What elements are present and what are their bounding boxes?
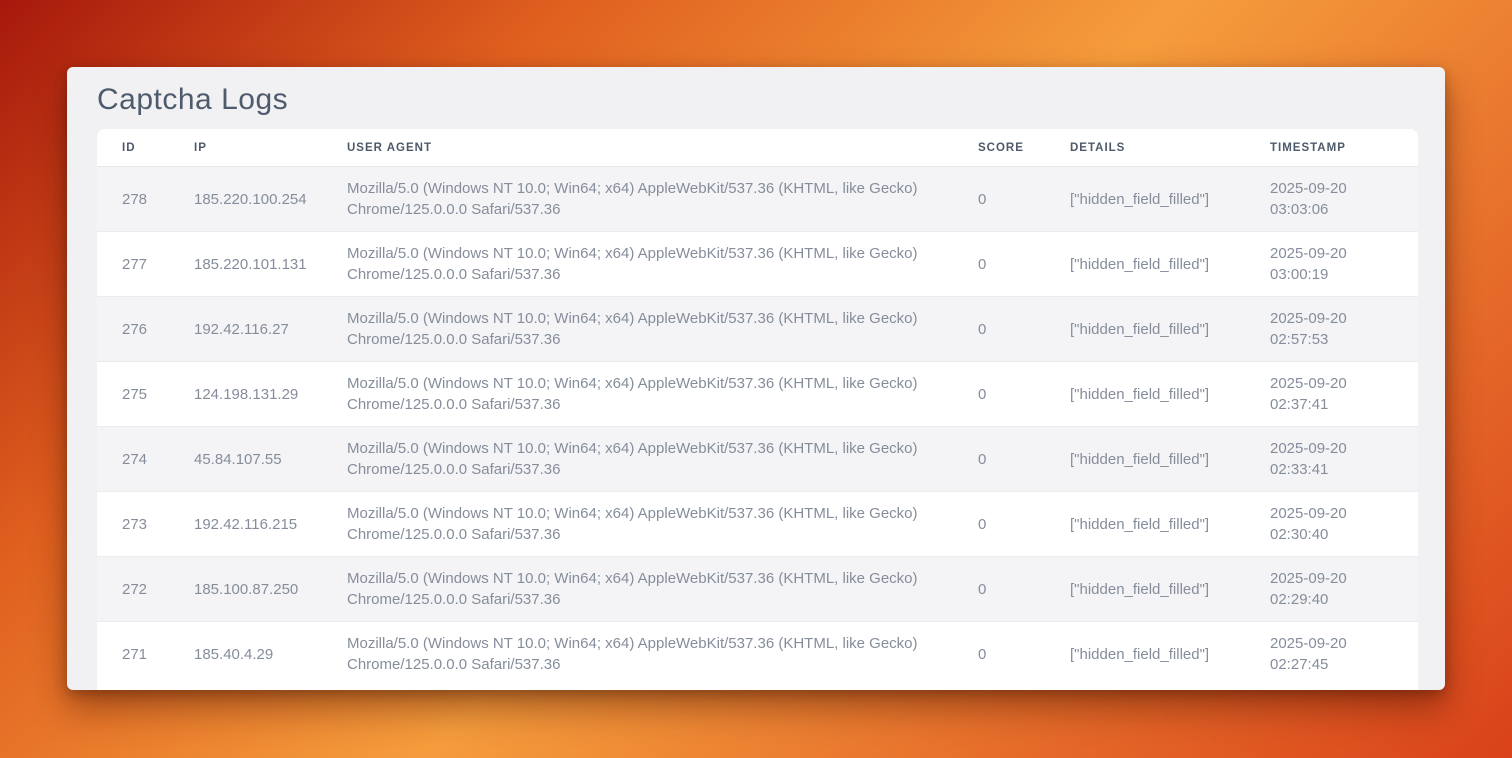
column-header-id: ID [97, 129, 169, 167]
cell-ip: 185.100.87.250 [169, 557, 322, 622]
cell-id: 272 [97, 557, 169, 622]
table-row: 278 185.220.100.254 Mozilla/5.0 (Windows… [97, 167, 1418, 232]
column-header-user-agent: USER AGENT [322, 129, 953, 167]
cell-user-agent: Mozilla/5.0 (Windows NT 10.0; Win64; x64… [322, 167, 953, 232]
cell-id: 276 [97, 297, 169, 362]
cell-score: 0 [953, 362, 1045, 427]
cell-id: 274 [97, 427, 169, 492]
table-body: 278 185.220.100.254 Mozilla/5.0 (Windows… [97, 167, 1418, 687]
captcha-logs-card: Captcha Logs ID IP USER AGENT SCORE DETA… [67, 67, 1445, 690]
table-row: 271 185.40.4.29 Mozilla/5.0 (Windows NT … [97, 622, 1418, 687]
cell-timestamp: 2025-09-20 02:57:53 [1245, 297, 1418, 362]
table-row: 275 124.198.131.29 Mozilla/5.0 (Windows … [97, 362, 1418, 427]
cell-user-agent: Mozilla/5.0 (Windows NT 10.0; Win64; x64… [322, 492, 953, 557]
cell-timestamp: 2025-09-20 03:00:19 [1245, 232, 1418, 297]
table-header-row: ID IP USER AGENT SCORE DETAILS TIMESTAMP [97, 129, 1418, 167]
column-header-ip: IP [169, 129, 322, 167]
cell-timestamp: 2025-09-20 02:33:41 [1245, 427, 1418, 492]
cell-id: 271 [97, 622, 169, 687]
cell-details: ["hidden_field_filled"] [1045, 427, 1245, 492]
column-header-details: DETAILS [1045, 129, 1245, 167]
cell-score: 0 [953, 622, 1045, 687]
table-row: 274 45.84.107.55 Mozilla/5.0 (Windows NT… [97, 427, 1418, 492]
cell-score: 0 [953, 167, 1045, 232]
cell-ip: 185.220.100.254 [169, 167, 322, 232]
cell-timestamp: 2025-09-20 03:03:06 [1245, 167, 1418, 232]
cell-timestamp: 2025-09-20 02:29:40 [1245, 557, 1418, 622]
cell-details: ["hidden_field_filled"] [1045, 492, 1245, 557]
cell-id: 277 [97, 232, 169, 297]
cell-details: ["hidden_field_filled"] [1045, 297, 1245, 362]
cell-ip: 124.198.131.29 [169, 362, 322, 427]
table-row: 277 185.220.101.131 Mozilla/5.0 (Windows… [97, 232, 1418, 297]
cell-id: 275 [97, 362, 169, 427]
cell-id: 273 [97, 492, 169, 557]
cell-user-agent: Mozilla/5.0 (Windows NT 10.0; Win64; x64… [322, 427, 953, 492]
cell-details: ["hidden_field_filled"] [1045, 232, 1245, 297]
cell-ip: 185.40.4.29 [169, 622, 322, 687]
column-header-timestamp: TIMESTAMP [1245, 129, 1418, 167]
cell-ip: 45.84.107.55 [169, 427, 322, 492]
cell-score: 0 [953, 492, 1045, 557]
cell-timestamp: 2025-09-20 02:30:40 [1245, 492, 1418, 557]
cell-score: 0 [953, 557, 1045, 622]
card-header: Captcha Logs [67, 67, 1445, 129]
cell-score: 0 [953, 297, 1045, 362]
cell-ip: 185.220.101.131 [169, 232, 322, 297]
cell-user-agent: Mozilla/5.0 (Windows NT 10.0; Win64; x64… [322, 557, 953, 622]
cell-user-agent: Mozilla/5.0 (Windows NT 10.0; Win64; x64… [322, 362, 953, 427]
cell-ip: 192.42.116.27 [169, 297, 322, 362]
cell-user-agent: Mozilla/5.0 (Windows NT 10.0; Win64; x64… [322, 297, 953, 362]
cell-user-agent: Mozilla/5.0 (Windows NT 10.0; Win64; x64… [322, 622, 953, 687]
cell-timestamp: 2025-09-20 02:27:45 [1245, 622, 1418, 687]
cell-ip: 192.42.116.215 [169, 492, 322, 557]
cell-details: ["hidden_field_filled"] [1045, 167, 1245, 232]
table-row: 273 192.42.116.215 Mozilla/5.0 (Windows … [97, 492, 1418, 557]
cell-score: 0 [953, 232, 1045, 297]
captcha-logs-table: ID IP USER AGENT SCORE DETAILS TIMESTAMP… [97, 129, 1418, 687]
cell-id: 278 [97, 167, 169, 232]
cell-user-agent: Mozilla/5.0 (Windows NT 10.0; Win64; x64… [322, 232, 953, 297]
column-header-score: SCORE [953, 129, 1045, 167]
page-title: Captcha Logs [97, 83, 1415, 117]
cell-details: ["hidden_field_filled"] [1045, 557, 1245, 622]
cell-details: ["hidden_field_filled"] [1045, 622, 1245, 687]
table-row: 272 185.100.87.250 Mozilla/5.0 (Windows … [97, 557, 1418, 622]
table-row: 276 192.42.116.27 Mozilla/5.0 (Windows N… [97, 297, 1418, 362]
logs-table-container: ID IP USER AGENT SCORE DETAILS TIMESTAMP… [97, 129, 1418, 690]
cell-score: 0 [953, 427, 1045, 492]
cell-timestamp: 2025-09-20 02:37:41 [1245, 362, 1418, 427]
cell-details: ["hidden_field_filled"] [1045, 362, 1245, 427]
